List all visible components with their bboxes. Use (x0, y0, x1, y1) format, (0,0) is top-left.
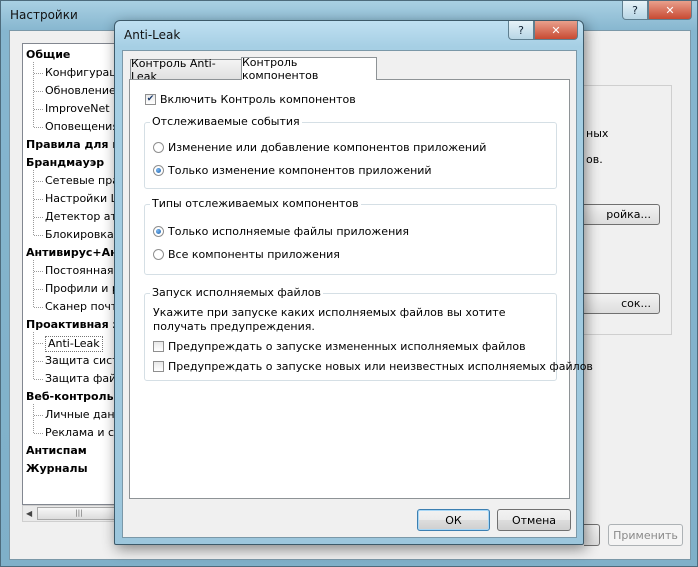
executable-launch-description: Укажите при запуске каких исполняемых фа… (153, 306, 506, 333)
tree-connector (33, 260, 35, 307)
executable-launch-group: Запуск исполняемых файлов Укажите при за… (144, 286, 593, 381)
tree-connector (34, 379, 43, 380)
tree-connector (33, 62, 35, 127)
tree-child-item[interactable]: Профили и р (45, 282, 119, 296)
tree-group-item[interactable]: Проактивная за (26, 318, 126, 332)
tree-group-item[interactable]: Антиспам (26, 444, 87, 458)
option-all-components-radio[interactable] (153, 249, 164, 260)
option-executables-only-radio[interactable] (153, 226, 164, 237)
option-change-only-radio[interactable] (153, 165, 164, 176)
ok-button[interactable]: ОК (417, 509, 490, 531)
tree-child-item[interactable]: Конфигурац (45, 66, 117, 80)
tree-connector (34, 109, 43, 110)
tree-child-item[interactable]: Оповещения (45, 120, 119, 134)
tree-group-item[interactable]: Журналы (26, 462, 88, 476)
warn-modified-executables-checkbox[interactable] (153, 341, 164, 352)
tree-connector (34, 199, 43, 200)
tree-connector (33, 404, 35, 433)
tree-child-item[interactable]: Реклама и са (45, 426, 121, 440)
tree-connector (33, 170, 35, 235)
tree-group-item[interactable]: Правила для пр (26, 138, 128, 152)
tree-child-item[interactable]: Личные данн (45, 408, 122, 422)
option-change-only-label: Только изменение компонентов приложений (168, 164, 432, 177)
tree-connector (34, 91, 43, 92)
component-types-legend: Типы отслеживаемых компонентов (150, 197, 361, 210)
option-all-components[interactable]: Все компоненты приложения (153, 248, 340, 261)
option-change-only[interactable]: Только изменение компонентов приложений (153, 164, 432, 177)
warn-new-executables[interactable]: Предупреждать о запуске новых или неизве… (153, 360, 593, 373)
warn-modified-executables-label: Предупреждать о запуске измененных испол… (168, 340, 526, 353)
warn-new-executables-checkbox[interactable] (153, 361, 164, 372)
tab-anti-leak-control[interactable]: Контроль Anti-Leak (130, 57, 242, 83)
tree-connector (34, 307, 43, 308)
tree-connector (34, 433, 43, 434)
tree-connector (34, 361, 43, 362)
tree-group-item[interactable]: Веб-контроль (26, 390, 114, 404)
enable-component-control[interactable]: ✔ Включить Контроль компонентов (145, 93, 356, 106)
option-change-or-add-components-label: Изменение или добавление компонентов при… (168, 141, 487, 154)
tree-connector (34, 271, 43, 272)
tracked-events-legend: Отслеживаемые события (150, 115, 302, 128)
tree-child-item[interactable]: Защита фай (45, 372, 116, 386)
dialog-help-button[interactable]: ? (508, 21, 534, 40)
dialog-title: Anti-Leak (124, 28, 181, 42)
executable-launch-legend: Запуск исполняемых файлов (150, 286, 323, 299)
tab-component-control[interactable]: Контроль компонентов (241, 56, 377, 82)
tree-group-item[interactable]: Брандмауэр (26, 156, 104, 170)
settings-caption-buttons: ? ✕ (622, 1, 692, 20)
settings-close-button[interactable]: ✕ (648, 1, 692, 20)
option-all-components-label: Все компоненты приложения (168, 248, 340, 261)
scroll-left-icon[interactable]: ◀ (26, 509, 32, 518)
tracked-events-group: Отслеживаемые события Изменение или доба… (144, 115, 557, 189)
tree-group-item[interactable]: Общие (26, 48, 70, 62)
tree-connector (34, 217, 43, 218)
option-executables-only[interactable]: Только исполняемые файлы приложения (153, 225, 409, 238)
tree-child-item[interactable]: Детектор ата (45, 210, 124, 224)
tree-child-item[interactable]: ImproveNet (45, 102, 110, 116)
tree-connector (34, 127, 43, 128)
tree-connector (34, 415, 43, 416)
dialog-client-area: Контроль Anti-Leak Контроль компонентов … (122, 50, 593, 538)
tab-page-component-control: ✔ Включить Контроль компонентов Отслежив… (129, 79, 593, 499)
enable-component-control-checkbox[interactable]: ✔ (145, 94, 156, 105)
warn-new-executables-label: Предупреждать о запуске новых или неизве… (168, 360, 593, 373)
tree-connector (34, 73, 43, 74)
tree-child-item[interactable]: Сканер почт (45, 300, 117, 314)
option-change-or-add-components[interactable]: Изменение или добавление компонентов при… (153, 141, 486, 154)
tree-connector (34, 181, 43, 182)
settings-window-title: Настройки (10, 8, 78, 22)
tree-child-item[interactable]: Обновление (45, 84, 116, 98)
enable-component-control-label: Включить Контроль компонентов (160, 93, 356, 106)
component-types-group: Типы отслеживаемых компонентов Только ис… (144, 197, 557, 275)
tree-connector (34, 235, 43, 236)
apply-button[interactable]: Применить (608, 524, 683, 546)
tree-connector (34, 343, 43, 344)
tree-connector (33, 332, 35, 379)
right-panel-text-1: ных (586, 127, 609, 140)
settings-help-button[interactable]: ? (622, 1, 648, 20)
tree-child-item[interactable]: Anti-Leak (45, 336, 103, 352)
cancel-button[interactable]: Отмена (497, 509, 571, 531)
anti-leak-dialog: Anti-Leak ? ✕ Контроль Anti-Leak Контрол… (114, 20, 593, 545)
scroll-thumb[interactable]: ||| (37, 507, 121, 520)
tree-child-item[interactable]: Защита сист (45, 354, 119, 368)
right-panel-text-2: ов. (586, 153, 603, 166)
tree-child-item[interactable]: Сетевые пра (45, 174, 119, 188)
tree-child-item[interactable]: Постоянная (45, 264, 114, 278)
warn-modified-executables[interactable]: Предупреждать о запуске измененных испол… (153, 340, 526, 353)
dialog-close-button[interactable]: ✕ (534, 21, 578, 40)
settings-cancel-button-edge[interactable] (584, 524, 600, 546)
option-change-or-add-components-radio[interactable] (153, 142, 164, 153)
tree-child-item[interactable]: Блокировка (45, 228, 114, 242)
dialog-caption-buttons: ? ✕ (508, 21, 578, 40)
tree-child-item[interactable]: Настройки L (45, 192, 117, 206)
option-executables-only-label: Только исполняемые файлы приложения (168, 225, 410, 238)
tree-connector (34, 289, 43, 290)
